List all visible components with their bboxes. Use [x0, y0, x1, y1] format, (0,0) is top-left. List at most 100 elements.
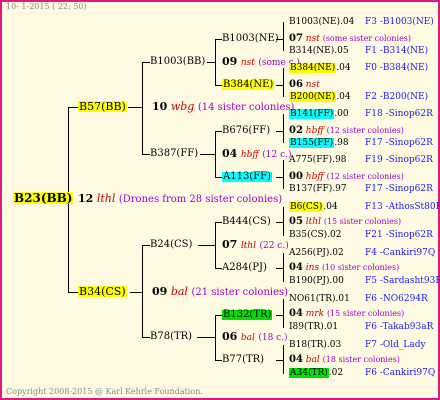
ancestor-value: .02	[329, 248, 344, 258]
ancestor-generation: 04	[289, 354, 303, 365]
ancestor-link[interactable]: F2 -B200(NE)	[365, 93, 428, 102]
ancestor-row: A34(TR) .02 F6 -Cankiri97Q	[289, 368, 435, 378]
ancestor-value: .01	[323, 322, 339, 332]
ancestor-link[interactable]: F3 -B1003(NE)	[365, 18, 434, 27]
ancestor-note: (12 sister colonies)	[326, 172, 404, 181]
level3-colony: B1003(NE)	[222, 33, 279, 44]
ancestor-colony: A34(TR)	[289, 368, 329, 378]
level1-info: 09 bal (21 sister colonies)	[152, 285, 289, 298]
level3-colony: A284(PJ)	[222, 262, 267, 273]
level3-colony: B676(FF)	[222, 125, 271, 136]
ancestor-colony: A775(FF)	[289, 155, 333, 165]
ancestor-row: B155(FF) .98 F17 -Sinop62R	[289, 138, 433, 148]
root-note: (Drones from 28 sister colonies)	[118, 194, 283, 205]
ancestor-row: B6(CS) .04 F13 -AthosSt80R	[289, 202, 440, 212]
ancestor-colony: NO61(TR)	[289, 294, 336, 304]
ancestor-generation: 07	[289, 33, 303, 44]
ancestor-link[interactable]: F17 -Sinop62R	[365, 139, 433, 148]
level3-colony: B444(CS)	[222, 216, 271, 227]
ancestor-row: 02 hbff (12 sister colonies)	[289, 126, 404, 136]
ancestor-colony: A256(PJ)	[289, 248, 330, 258]
level2-info: 04 hbff (12 c.)	[222, 147, 292, 160]
level3-colony: B132(TR)	[222, 309, 273, 320]
level2-colony: B78(TR)	[150, 331, 193, 342]
ancestor-link[interactable]: F17 -Sinop62R	[365, 185, 433, 194]
ancestor-value: .98	[334, 138, 349, 148]
ancestor-link[interactable]: F19 -Sinop62R	[365, 156, 433, 165]
ancestor-generation: 02	[289, 125, 303, 136]
ancestor-value: .02	[328, 368, 344, 378]
level3-colony: A113(FF)	[222, 171, 272, 182]
level3-colony: B77(TR)	[222, 354, 265, 365]
ancestor-note: (some sister colonies)	[322, 34, 412, 43]
ancestor-colony: B155(FF)	[289, 138, 335, 148]
root-generation: 12	[78, 192, 94, 205]
ancestor-note: (15 sister colonies)	[326, 309, 405, 318]
ancestor-row: 04 bal (18 sister colonies)	[289, 355, 400, 365]
ancestor-value: .03	[326, 340, 342, 350]
ancestor-colony: B190(PJ)	[289, 276, 330, 286]
ancestor-link[interactable]: F4 -Cankiri97Q	[365, 249, 435, 258]
level2-info: 07 lthl (22 c.)	[222, 238, 289, 251]
ancestor-generation: 04	[289, 308, 303, 319]
ancestor-mark: bal	[302, 355, 323, 365]
ancestor-link[interactable]: F21 -Sinop62R	[365, 231, 433, 240]
ancestor-link[interactable]: F7 -Old_Lady	[365, 341, 426, 350]
ancestor-link[interactable]: F1 -B314(NE)	[365, 47, 428, 56]
ancestor-colony: B314(NE)	[289, 46, 335, 56]
ancestor-value: .98	[332, 155, 347, 165]
ancestor-link[interactable]: F18 -Sinop62R	[365, 110, 433, 119]
ancestor-mark: hbff	[302, 126, 327, 136]
ancestor-row: 00 hbff (12 sister colonies)	[289, 172, 404, 182]
root-colony: B23(BB)	[13, 191, 74, 205]
ancestor-colony: I89(TR)	[289, 322, 324, 332]
ancestor-row: B200(NE) .04 F2 -B200(NE)	[289, 92, 428, 102]
ancestor-row: 06 nst	[289, 80, 320, 90]
ancestor-colony: B200(NE)	[289, 92, 337, 102]
ancestor-generation: 05	[289, 216, 303, 227]
ancestor-row: I89(TR) .01 F6 -Takab93aR	[289, 322, 433, 332]
root-mark: lthl	[96, 192, 116, 205]
ancestor-colony: B384(NE)	[289, 63, 337, 73]
ancestor-row: 04 mrk (15 sister colonies)	[289, 309, 404, 319]
ancestor-colony: B18(TR)	[289, 340, 327, 350]
level3-colony: B384(NE)	[222, 79, 275, 90]
ancestor-link[interactable]: F6 -Takab93aR	[365, 323, 433, 332]
ancestor-row: B314(NE) .05 F1 -B314(NE)	[289, 46, 428, 56]
ancestor-mark: nst	[302, 34, 323, 44]
ancestor-row: NO61(TR) .01 F6 -NO6294R	[289, 294, 428, 304]
ancestor-row: A256(PJ) .02 F4 -Cankiri97Q	[289, 248, 435, 258]
ancestor-mark: hbff	[302, 172, 327, 182]
ancestor-mark: nst	[302, 80, 320, 90]
ancestor-link[interactable]: F5 -Sardasht93R	[365, 277, 440, 286]
ancestor-link[interactable]: F6 -NO6294R	[365, 295, 428, 304]
level1-colony: B57(BB)	[78, 100, 127, 113]
ancestor-value: .02	[327, 230, 342, 240]
ancestor-value: .04	[336, 92, 351, 102]
ancestor-value: .00	[329, 276, 344, 286]
ancestor-link[interactable]: F6 -Cankiri97Q	[365, 369, 435, 378]
ancestor-link[interactable]: F0 -B384(NE)	[365, 64, 428, 73]
ancestor-colony: B137(FF)	[289, 184, 333, 194]
ancestor-value: .04	[336, 63, 351, 73]
ancestor-link[interactable]: F13 -AthosSt80R	[365, 203, 440, 212]
ancestor-row: B1003(NE) .04 F3 -B1003(NE)	[289, 18, 434, 27]
level2-info: 06 bal (18 c.)	[222, 330, 288, 343]
level2-colony: B387(FF)	[150, 148, 199, 159]
level1-info: 10 wbg (14 sister colonies)	[152, 100, 295, 113]
ancestor-row: B384(NE) .04 F0 -B384(NE)	[289, 63, 428, 73]
ancestor-colony: B141(FF)	[289, 109, 335, 119]
ancestor-row: B18(TR) .03 F7 -Old_Lady	[289, 340, 426, 350]
ancestor-row: 05 lthl (15 sister colonies)	[289, 217, 401, 227]
ancestor-value: .04	[323, 202, 338, 212]
level2-colony: B1003(BB)	[150, 56, 206, 67]
header-date: 10- 1-2015 ( 22: 50)	[6, 2, 87, 11]
ancestor-generation: 00	[289, 171, 303, 182]
ancestor-mark: ins	[302, 263, 322, 273]
ancestor-row: 04 ins (10 sister colonies)	[289, 263, 399, 273]
ancestor-colony: B35(CS)	[289, 230, 328, 240]
ancestor-row: B35(CS) .02 F21 -Sinop62R	[289, 230, 433, 240]
ancestor-row: B141(FF) .00 F18 -Sinop62R	[289, 109, 433, 119]
ancestor-generation: 04	[289, 262, 303, 273]
ancestor-note: (15 sister colonies)	[323, 217, 402, 226]
